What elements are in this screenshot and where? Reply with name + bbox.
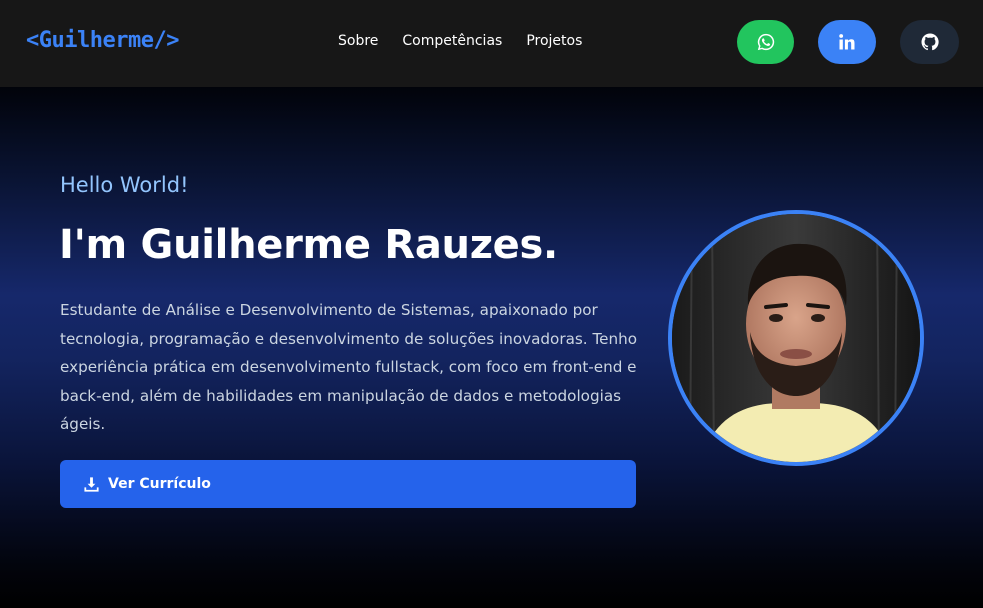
logo[interactable]: <Guilherme/> <box>26 28 179 53</box>
linkedin-icon <box>839 34 855 50</box>
ver-curriculo-button[interactable]: Ver Currículo <box>60 460 636 508</box>
github-icon <box>920 33 939 51</box>
linkedin-button[interactable] <box>818 20 876 64</box>
hero-title: I'm Guilherme Rauzes. <box>59 222 558 268</box>
navbar: <Guilherme/> Sobre Competências Projetos <box>0 0 983 87</box>
hero-section: Hello World! I'm Guilherme Rauzes. Estud… <box>0 87 983 608</box>
hero-greeting: Hello World! <box>60 173 189 197</box>
nav-link-sobre[interactable]: Sobre <box>338 33 378 49</box>
ver-curriculo-label: Ver Currículo <box>108 476 211 492</box>
profile-photo <box>668 210 924 466</box>
whatsapp-icon <box>757 33 774 51</box>
nav-links: Sobre Competências Projetos <box>338 33 582 49</box>
whatsapp-button[interactable] <box>737 20 794 64</box>
nav-link-competencias[interactable]: Competências <box>402 33 502 49</box>
download-icon <box>84 476 99 492</box>
nav-link-projetos[interactable]: Projetos <box>526 33 582 49</box>
github-button[interactable] <box>900 20 959 64</box>
hero-description: Estudante de Análise e Desenvolvimento d… <box>60 301 638 433</box>
